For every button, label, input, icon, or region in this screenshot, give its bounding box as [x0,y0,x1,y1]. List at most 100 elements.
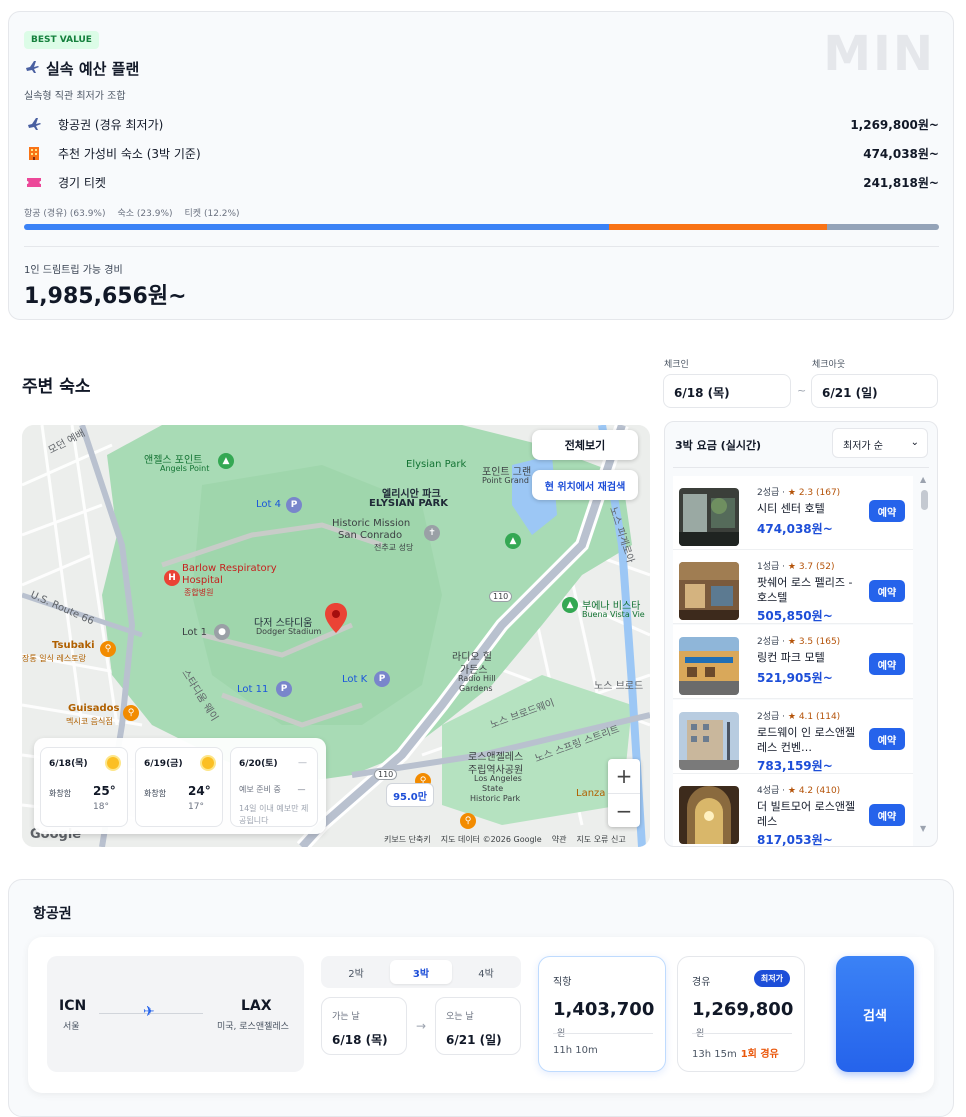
hotel-photo [679,637,739,695]
map-label: Hospital [182,575,223,586]
date-range-separator: ~ [797,384,807,397]
min-watermark: MIN [823,26,935,82]
weather-temps: 24° 17° [188,784,222,812]
section-title-accommodation: 주변 숙소 [22,377,91,397]
cost-split-bar [24,224,939,230]
restaurant-icon[interactable]: ⚲ [100,641,116,657]
terms-link[interactable]: 약관 [552,834,567,845]
map-label: 노스 브로드 [594,681,644,692]
fullview-button[interactable]: 전체보기 [532,430,638,460]
hotel-meta: 1성급 · ★ 3.7 (52) [757,562,835,572]
fare-option-layover[interactable]: 경유 최저가 1,269,800 원 13h 15m 1회 경유 [677,956,805,1072]
hotel-list-item[interactable]: 2성급 · ★ 4.1 (114) 로드웨이 인 로스앤젤레스 컨벤… 783,… [673,700,913,774]
duration-text: 13h 15m [692,1049,737,1060]
hotel-price: 817,053원~ [757,833,833,847]
book-button[interactable]: 예약 [869,653,905,675]
book-button[interactable]: 예약 [869,804,905,826]
park-pin-icon[interactable]: ▲ [505,533,521,549]
map-label: Point Grand [482,476,529,485]
sort-select[interactable]: 최저가 순 ⌄ [832,428,928,458]
hotel-photo [679,712,739,770]
map-footer: 키보드 단축키 지도 데이터 ©2026 Google 약관 지도 오류 신고 [384,834,626,845]
highway-110-shield: 110 [374,769,398,780]
research-here-button[interactable]: 현 위치에서 재검색 [532,470,638,500]
hotel-name: 시티 센터 호텔 [757,502,825,515]
parking-icon[interactable]: P [374,671,390,687]
hotel-icon [24,145,44,161]
scroll-down-icon[interactable]: ▼ [920,824,926,833]
fare-unit: 원 [696,1029,705,1039]
depart-label: 가는 날 [332,1012,360,1022]
hotel-photo [679,786,739,844]
map-label: Tsubaki [52,640,95,651]
checkin-date-field[interactable]: 6/18 (목) [663,374,791,408]
hotel-list-item[interactable]: 1성급 · ★ 3.7 (52) 팟쉐어 로스 펠리즈 - 호스텔 505,85… [673,550,913,624]
map-price-marker[interactable]: 95.0만 [386,783,434,807]
hospital-icon[interactable]: H [164,570,180,586]
weather-forecast: 6/18(목) 화창함 25° 18° 6/19(금) 화창함 24° 17° … [34,738,326,834]
nights-option-3[interactable]: 3박 [390,960,452,984]
church-icon[interactable]: ✝ [424,525,440,541]
section-title-flight: 항공권 [33,906,72,922]
hotel-rating: ★ 3.7 (52) [787,562,835,572]
hotel-grade: 1성급 [757,562,780,572]
zoom-out-button[interactable]: − [608,793,640,827]
hotel-list-item[interactable]: 4성급 · ★ 4.2 (410) 더 빌트모어 로스앤젤레스 817,053원… [673,774,913,847]
map-label: 장통 일식 레스토랑 [22,654,86,663]
destination-code: LAX [241,998,272,1014]
map-label: Gardens [459,684,493,693]
cost-row-ticket: 경기 티켓 241,818원~ [24,172,939,192]
map-label: Lot 1 [182,627,207,638]
park-pin-icon[interactable]: ▲ [562,597,578,613]
ticket-icon [24,174,44,190]
parking-lot-icon[interactable]: ● [214,624,230,640]
zoom-control: + − [608,759,640,827]
parking-icon[interactable]: P [276,681,292,697]
checkout-date-field[interactable]: 6/21 (일) [811,374,938,408]
temp-high: 25° [93,784,116,798]
fare-type: 경유 [692,977,711,988]
report-error-link[interactable]: 지도 오류 신고 [576,834,625,845]
airplane-icon: ✈ [143,1004,155,1020]
restaurant-icon[interactable]: ⚲ [460,813,476,829]
fare-price: 1,269,800 원 [692,999,804,1041]
split-segment [608,224,828,230]
origin-code: ICN [59,998,87,1014]
cost-split-labels: 항공 (경유) (63.9%) 숙소 (23.9%) 티켓 (12.2%) [24,206,240,219]
location-pin-icon[interactable] [325,603,347,633]
search-button[interactable]: 검색 [836,956,914,1072]
split-segment [827,224,939,230]
hotel-map[interactable]: 앤젤스 포인트 Angels Point ▲ Elysian Park 엘리시안… [22,425,650,847]
hotel-name: 팟쉐어 로스 펠리즈 - 호스텔 [757,576,853,604]
hotel-list-item[interactable]: 2성급 · ★ 2.3 (167) 시티 센터 호텔 474,038원~ 예약 [673,476,913,550]
map-label: Historic Park [470,794,521,803]
fare-option-direct[interactable]: 직항 1,403,700 원 11h 10m [538,956,666,1072]
book-button[interactable]: 예약 [869,580,905,602]
lowest-price-badge: 최저가 [753,970,790,987]
return-value: 6/21 (일) [446,1033,502,1047]
hotel-list-item[interactable]: 2성급 · ★ 3.5 (165) 링컨 파크 모텔 521,905원~ 예약 [673,625,913,699]
plan-title: 실속 예산 플랜 [24,58,139,79]
scroll-up-icon[interactable]: ▲ [920,475,926,484]
hotel-price: 521,905원~ [757,671,833,685]
keyboard-shortcuts-link[interactable]: 키보드 단축키 [384,834,431,845]
hotel-grade: 4성급 [757,786,780,796]
book-button[interactable]: 예약 [869,728,905,750]
depart-date-field[interactable]: 가는 날 6/18 (목) [321,997,407,1055]
return-date-field[interactable]: 오는 날 6/21 (일) [435,997,521,1055]
temp-high: 24° [188,784,211,798]
flight-section: 항공권 ICN 서울 ✈ LAX 미국, 로스앤젤레스 2박 3박 4박 가는 … [8,879,954,1117]
weather-note: 예보 준비 중 — [239,784,305,795]
parking-icon[interactable]: P [286,497,302,513]
map-label: ELYSIAN PARK [369,498,448,509]
park-pin-icon[interactable]: ▲ [218,453,234,469]
scrollbar-thumb[interactable] [921,490,928,510]
nights-option-4[interactable]: 4박 [455,960,517,984]
zoom-in-button[interactable]: + [608,759,640,793]
fare-type: 직항 [553,977,572,988]
nights-option-2[interactable]: 2박 [325,960,387,984]
book-button[interactable]: 예약 [869,500,905,522]
map-label: Historic Mission [332,518,411,529]
restaurant-icon[interactable]: ⚲ [123,705,139,721]
hotel-meta: 2성급 · ★ 3.5 (165) [757,637,841,647]
